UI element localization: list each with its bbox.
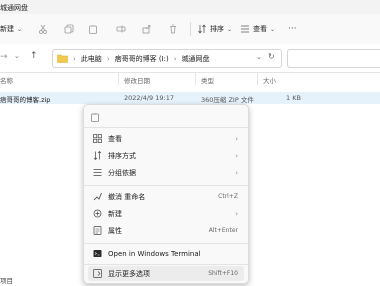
menu-item-label: 新建 [108,209,122,218]
menu-separator [84,243,248,244]
breadcrumb-item-drive[interactable]: 痞哥哥的博客 (I:) [115,54,169,64]
column-header-type[interactable]: 类型 [201,75,214,85]
delete-button[interactable] [168,22,178,36]
chevron-down-icon[interactable]: ⌄ [14,52,20,60]
menu-item-group-by[interactable]: 分组依据 › [88,165,244,180]
menu-item-shortcut: Alt+Enter [208,227,238,234]
menu-item-properties[interactable]: 属性 Alt+Enter [88,223,244,238]
menu-item-undo-rename[interactable]: 撤消 重命名 Ctrl+Z [88,189,244,204]
menu-item-show-more-options[interactable]: 显示更多选项 Shift+F10 [88,266,244,281]
menu-separator [84,185,248,186]
menu-item-label: 排序方式 [108,151,136,160]
file-size: 1 KB [286,94,301,102]
undo-icon [93,192,102,201]
new-icon [93,209,102,218]
menu-item-open-terminal[interactable]: Open in Windows Terminal [88,246,244,261]
column-header-size[interactable]: 大小 [263,75,276,85]
menu-paste-icon[interactable] [90,112,100,122]
share-icon [142,25,151,34]
new-button-label: 新建 [0,25,14,33]
context-menu: 查看 › 排序方式 › 分组依据 › 撤消 重命名 Ctrl+Z 新建 › 属性… [83,104,249,284]
menu-separator [84,127,248,128]
copy-button[interactable] [64,22,74,36]
new-button[interactable]: 新建 ⌄ [0,22,22,36]
command-bar: 新建 ⌄ 排序 ⌄ 查看 ⌄ ··· [0,14,380,45]
chevron-down-icon: ⌄ [270,25,276,33]
menu-item-shortcut: Ctrl+Z [218,193,238,200]
refresh-icon[interactable]: ↻ [268,52,275,61]
file-modified: 2022/4/9 19:17 [124,94,174,102]
chevron-right-icon: › [235,151,238,160]
forward-arrow-icon[interactable]: → [0,52,8,62]
chevron-down-icon: ⌄ [227,25,233,33]
sort-button[interactable]: 排序 ⌄ [197,22,232,36]
chevron-right-icon: › [235,168,238,177]
title-bar: 城通网盘 [0,0,380,14]
view-button-label: 查看 [253,25,267,33]
rename-icon [116,25,126,33]
column-divider[interactable] [257,73,258,85]
breadcrumb-separator-icon: › [106,54,110,63]
terminal-icon [93,249,102,258]
status-bar-text: 项目 [0,277,13,285]
search-input[interactable] [287,49,380,68]
menu-item-label: 查看 [108,134,122,143]
file-type: 360压缩 ZIP 文件 [201,96,254,104]
toolbar-divider [190,22,191,36]
menu-item-sort-by[interactable]: 排序方式 › [88,148,244,163]
more-button[interactable]: ··· [288,22,297,36]
sort-icon [198,24,206,34]
rename-button[interactable] [116,22,126,36]
menu-item-label: 分组依据 [108,168,136,177]
paste-icon [89,25,97,34]
view-icon [241,25,249,33]
window-title: 城通网盘 [0,4,28,12]
breadcrumb-separator-icon: › [173,54,177,63]
address-dropdown-icon[interactable]: ⌄ [256,53,262,61]
column-header-modified[interactable]: 修改日期 [124,75,150,85]
delete-icon [170,24,176,34]
column-divider[interactable] [195,73,196,85]
file-name[interactable]: 痞哥哥的博客.zip [0,94,50,104]
menu-item-label: Open in Windows Terminal [108,249,201,258]
menu-item-label: 属性 [108,226,122,235]
menu-item-label: 显示更多选项 [108,269,150,278]
grid-view-icon [93,134,102,143]
breadcrumb-separator-icon: › [73,54,76,63]
cut-button[interactable] [38,22,48,36]
chevron-right-icon: › [235,134,238,143]
group-icon [93,168,102,177]
column-header-name[interactable]: 名称 [0,75,13,85]
menu-separator [84,264,248,265]
cut-icon [39,24,47,34]
chevron-right-icon: › [235,209,238,218]
menu-item-label: 撤消 重命名 [108,192,146,201]
share-button[interactable] [142,22,152,36]
paste-icon [91,113,99,122]
copy-icon [64,24,74,34]
chevron-down-icon: ⌄ [17,25,23,33]
sort-icon [93,151,102,160]
menu-item-view[interactable]: 查看 › [88,131,244,146]
properties-icon [93,226,102,235]
folder-icon [57,54,68,63]
more-options-icon [93,269,102,278]
file-row[interactable] [0,92,380,104]
menu-item-shortcut: Shift+F10 [208,270,238,277]
address-bar-row: → ⌄ ↑ › 此电脑 › 痞哥哥的博客 (I:) › 城通网盘 ⌄ ↻ [0,44,380,73]
paste-button[interactable] [88,22,98,36]
view-button[interactable]: 查看 ⌄ [240,22,275,36]
column-divider[interactable] [118,73,119,85]
breadcrumb-item-this-pc[interactable]: 此电脑 [81,54,102,64]
sort-button-label: 排序 [210,25,224,33]
address-box[interactable]: › 此电脑 › 痞哥哥的博客 (I:) › 城通网盘 [52,49,282,68]
breadcrumb-item-folder[interactable]: 城通网盘 [182,54,210,64]
menu-item-new[interactable]: 新建 › [88,206,244,221]
up-arrow-icon[interactable]: ↑ [30,51,38,61]
ellipsis-icon: ··· [288,24,297,34]
